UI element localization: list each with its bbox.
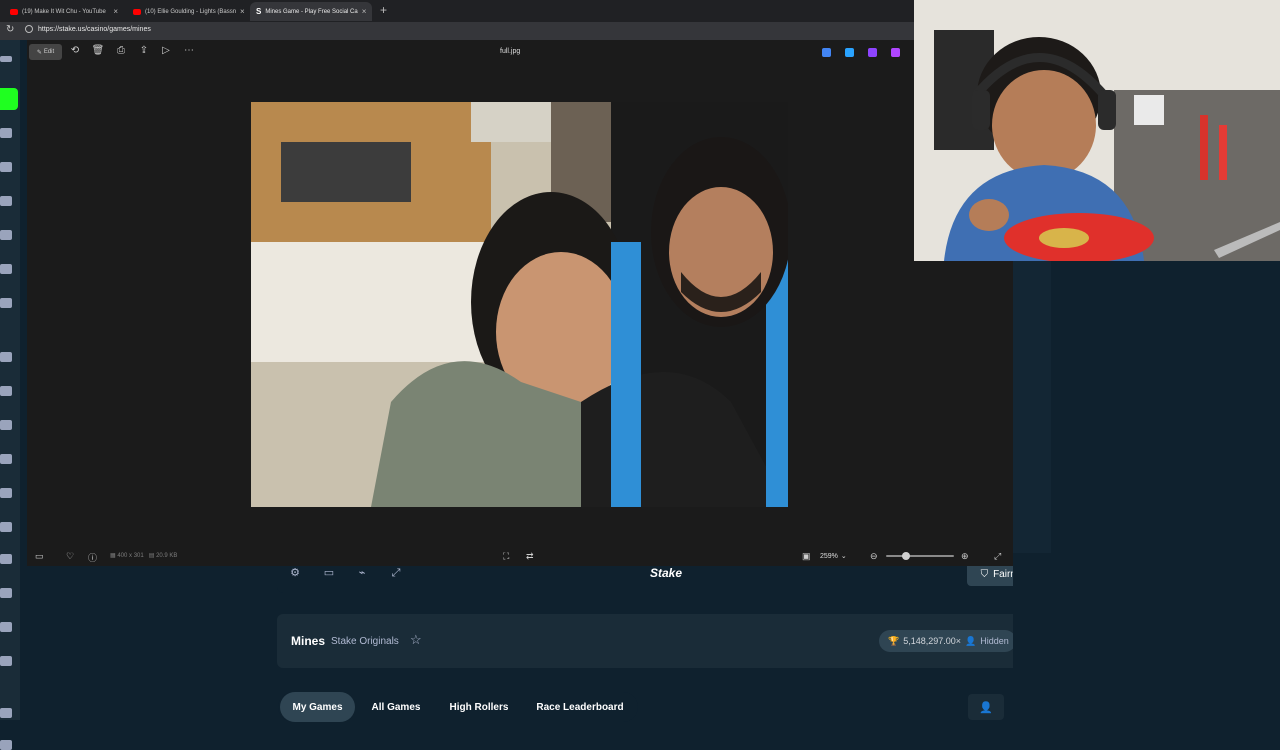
zoom-select[interactable]: 259% ⌄ <box>820 549 860 563</box>
close-tab-icon[interactable]: × <box>109 7 118 16</box>
favourites-icon[interactable] <box>0 196 12 206</box>
webcam-overlay <box>914 0 1280 261</box>
game-shows-icon[interactable] <box>0 488 12 498</box>
tab-race-leaderboard[interactable]: Race Leaderboard <box>528 692 632 722</box>
more-options-icon[interactable]: ⋯ <box>182 44 196 58</box>
stake-logo: Stake <box>650 566 683 580</box>
delete-icon[interactable]: 🗑 <box>91 44 105 58</box>
site-info-icon[interactable] <box>25 25 33 33</box>
casino-icon[interactable] <box>0 128 12 138</box>
reload-icon[interactable]: ↻ <box>6 24 14 35</box>
zoom-value: 259% <box>820 552 838 560</box>
game-provider-link[interactable]: Stake Originals <box>331 636 399 647</box>
close-tab-icon[interactable]: × <box>236 7 245 16</box>
hidden-label: Hidden <box>980 636 1009 646</box>
tab-label: All Games <box>371 701 421 713</box>
tab-label: Mines Game - Play Free Social Ca <box>265 8 358 15</box>
favourite-heart-icon[interactable]: ♡ <box>66 551 74 562</box>
filmstrip-icon[interactable]: ▭ <box>35 551 44 562</box>
fit-to-window-icon[interactable]: ⛶ <box>503 551 509 562</box>
chevron-down-icon: ⌄ <box>840 553 847 560</box>
baccarat-icon[interactable] <box>0 588 12 598</box>
edit-button[interactable]: ✎ Edit <box>29 44 62 60</box>
menu-icon[interactable] <box>0 56 12 62</box>
zoom-out-icon[interactable]: ⊖ <box>870 551 878 562</box>
tab-label: (10) Ellie Goulding - Lights (Bassn <box>145 8 237 15</box>
tab-label: (19) Make It Wit Chu - YouTube <box>22 8 106 15</box>
dimensions-icon: ▦ <box>110 553 116 559</box>
page-background-right <box>1013 261 1280 720</box>
url-field[interactable]: https://stake.us/casino/games/mines <box>38 26 151 33</box>
share-icon[interactable]: ⇪ <box>137 44 151 58</box>
chrome-extension-icon[interactable] <box>822 48 831 57</box>
rotate-icon[interactable]: ⟲ <box>68 44 82 58</box>
tab-label: Race Leaderboard <box>536 701 624 713</box>
tab-label: My Games <box>292 701 343 713</box>
youtube-icon <box>133 8 141 15</box>
actual-size-icon[interactable]: ▣ <box>802 551 811 562</box>
fullscreen-icon[interactable]: ⤢ <box>994 551 1001 562</box>
zoom-in-icon[interactable]: ⊕ <box>961 551 969 562</box>
live-casino-icon[interactable] <box>0 454 12 464</box>
compare-icon[interactable]: ⇄ <box>526 551 534 562</box>
file-name: full.jpg <box>500 48 521 55</box>
poker-icon[interactable] <box>0 622 12 632</box>
photo-illustration <box>251 102 788 507</box>
stats-icon[interactable]: ⌁ <box>355 566 369 580</box>
hidden-user-icon: 👤 <box>965 635 977 646</box>
print-icon[interactable]: ⎙ <box>114 44 128 58</box>
image-metadata: ▦ 400 x 301 ▤ 20.9 KB <box>110 552 177 559</box>
hidden-user-icon: 👤 <box>979 701 993 714</box>
browser-tab-stake[interactable]: S Mines Game - Play Free Social Ca × <box>250 2 372 21</box>
game-title: Mines <box>291 634 326 648</box>
trophy-icon: 🏆 <box>888 635 900 646</box>
file-size: 20.9 KB <box>156 553 178 559</box>
browser-tab-youtube-1[interactable]: (19) Make It Wit Chu - YouTube × <box>4 2 124 21</box>
sports-icon[interactable] <box>0 162 12 172</box>
providers-icon[interactable] <box>0 656 12 666</box>
tab-label: High Rollers <box>449 701 509 713</box>
tab-my-games[interactable]: My Games <box>280 692 355 722</box>
blackjack-icon[interactable] <box>0 522 12 532</box>
roulette-icon[interactable] <box>0 554 12 564</box>
extension-icon[interactable] <box>868 48 877 57</box>
theatre-mode-icon[interactable]: ▭ <box>322 566 336 580</box>
casino-active-indicator[interactable] <box>0 88 18 110</box>
my-bets-icon[interactable] <box>0 298 12 308</box>
zoom-slider[interactable] <box>886 555 954 557</box>
tab-high-rollers[interactable]: High Rollers <box>440 692 518 722</box>
extension-icon[interactable] <box>845 48 854 57</box>
shield-check-icon: ⛉ <box>980 568 989 580</box>
youtube-icon <box>10 8 18 15</box>
max-win-badge[interactable]: 🏆 5,148,297.00× 👤 Hidden <box>879 630 1016 652</box>
favourite-star-icon[interactable]: ☆ <box>410 632 422 648</box>
edit-label: Edit <box>43 49 55 55</box>
close-tab-icon[interactable]: × <box>358 7 367 16</box>
settings-icon[interactable]: ⚙ <box>288 566 302 580</box>
file-size-icon: ▤ <box>148 553 155 559</box>
recent-icon[interactable] <box>0 230 12 240</box>
browser-tab-youtube-2[interactable]: (10) Ellie Goulding - Lights (Bassn × <box>127 2 247 21</box>
side-panel <box>1013 261 1051 553</box>
pencil-icon: ✎ <box>36 49 42 56</box>
max-multiplier: 5,148,297.00× <box>903 636 962 646</box>
new-releases-icon[interactable] <box>0 386 12 396</box>
tab-all-games[interactable]: All Games <box>362 692 430 722</box>
slots-icon[interactable] <box>0 420 12 430</box>
image-dimensions: 400 x 301 <box>117 553 144 559</box>
blog-icon[interactable] <box>0 740 12 750</box>
popout-icon[interactable]: ⤢ <box>389 566 403 580</box>
challenges-icon[interactable] <box>0 264 12 274</box>
slideshow-icon[interactable]: ▷ <box>159 44 173 58</box>
webcam-illustration <box>914 0 1280 261</box>
originals-icon[interactable] <box>0 352 12 362</box>
new-tab-icon[interactable]: + <box>380 3 387 17</box>
stake-favicon-icon: S <box>256 7 262 16</box>
displayed-photo <box>251 102 788 507</box>
table-view-button[interactable]: 👤 <box>968 694 1004 720</box>
promotions-icon[interactable] <box>0 708 12 718</box>
stake-sidebar-rail <box>0 40 20 750</box>
extension-icon[interactable] <box>891 48 900 57</box>
info-icon[interactable]: ⓘ <box>88 551 97 564</box>
